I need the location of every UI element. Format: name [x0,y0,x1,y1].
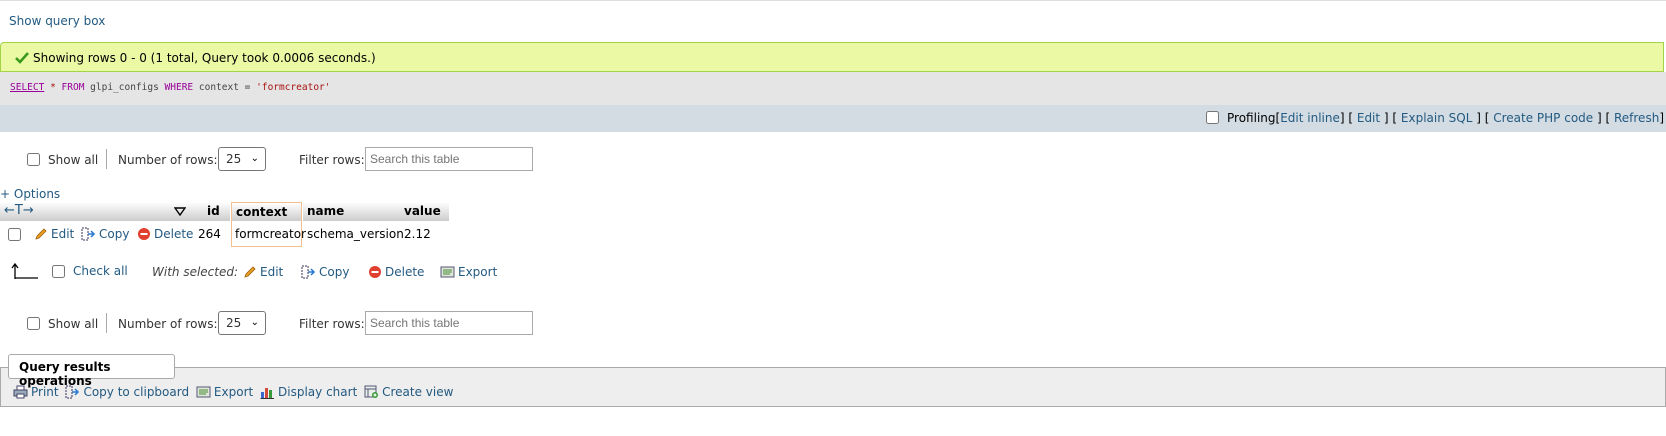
bulk-edit-button[interactable]: Edit [243,265,283,279]
top-divider [0,0,1666,1]
rows-per-page-value-bottom: 25 [226,316,242,330]
filter-rows-input[interactable]: Search this table [365,147,533,171]
pencil-icon [244,266,256,278]
display-chart-link[interactable]: Display chart [260,385,361,399]
profiling-label: Profiling [1227,111,1276,125]
cell-name[interactable]: schema_version [303,221,404,247]
bulk-actions-row: Check all With selected: Edit Copy Delet… [0,262,600,282]
copy-icon [81,227,96,241]
cell-value[interactable]: 2.12 [400,221,449,247]
show-all-checkbox-bottom[interactable] [27,317,40,330]
sql-operator: = [244,82,251,93]
sort-arrows-icon[interactable]: ←T→ [4,203,34,218]
table-navigation-top: Show all Number of rows: 25 ⌄ Filter rows… [0,147,600,173]
filter-rows-label: Filter rows: [299,153,365,167]
export-label: Export [213,385,254,399]
row-select-checkbox[interactable] [8,228,21,241]
check-all-checkbox[interactable] [52,265,65,278]
bulk-export-button[interactable]: Export [440,265,497,279]
profiling-bar: Profiling[Edit inline] [ Edit ] [ Explai… [0,105,1666,132]
explain-sql-link[interactable]: Explain SQL [1401,111,1473,125]
header-controls-cell: ←T→ [0,202,194,221]
edit-inline-link[interactable]: Edit inline [1280,111,1340,125]
refresh-link[interactable]: Refresh [1614,111,1659,125]
pencil-icon [35,228,47,240]
number-of-rows-label: Number of rows: [118,153,218,167]
rows-per-page-select-bottom[interactable]: 25 ⌄ [218,311,266,335]
cell-context[interactable]: formcreator [231,221,306,247]
filter-rows-input-bottom[interactable]: Search this table [365,311,533,335]
arrow-ltr-icon [11,262,38,279]
sql-star: * [50,82,56,93]
chevron-down-icon: ⌄ [250,153,259,164]
sql-keyword-select[interactable]: SELECT [10,82,44,93]
bulk-delete-label: Delete [385,265,425,279]
bulk-export-label: Export [458,265,498,279]
sql-query-text: SELECT * FROM glpi_configs WHERE context… [10,82,330,93]
delete-icon [138,228,150,240]
sql-query-box: SELECT * FROM glpi_configs WHERE context… [0,72,1666,105]
export-icon [196,386,211,398]
row-edit-label: Edit [51,227,75,241]
column-header-id[interactable]: id [194,202,230,221]
export-link[interactable]: Export [196,385,257,399]
bar-chart-icon [260,388,275,399]
show-all-label[interactable]: Show all [48,153,98,167]
nav-separator-bottom [106,313,107,333]
sql-keyword-where: WHERE [164,82,194,93]
bulk-copy-label: Copy [319,265,350,279]
row-delete-button[interactable]: Delete [137,227,193,241]
row-delete-label: Delete [154,227,194,241]
chevron-down-icon: ⌄ [250,317,259,328]
row-edit-button[interactable]: Edit [34,227,74,241]
number-of-rows-label-bottom: Number of rows: [118,317,218,331]
check-icon [15,52,29,64]
table-navigation-bottom: Show all Number of rows: 25 ⌄ Filter rows… [0,311,600,337]
bulk-edit-label: Edit [260,265,284,279]
row-copy-label: Copy [99,227,130,241]
create-view-link[interactable]: Create view [364,385,453,399]
create-php-code-link[interactable]: Create PHP code [1493,111,1593,125]
export-icon [440,266,455,278]
show-query-box-link[interactable]: Show query box [9,14,105,28]
create-view-label: Create view [382,385,454,399]
rows-per-page-select[interactable]: 25 ⌄ [218,147,266,171]
column-header-value[interactable]: value [400,202,449,221]
options-link[interactable]: + Options [0,187,60,201]
copy-to-clipboard-label: Copy to clipboard [83,385,190,399]
bulk-delete-button[interactable]: Delete [368,265,424,279]
create-view-icon [364,385,379,398]
bulk-copy-button[interactable]: Copy [301,265,349,279]
edit-query-link[interactable]: Edit [1357,111,1380,125]
query-results-operations-legend: Query results operations [8,354,175,388]
with-selected-label: With selected: [152,265,239,279]
success-message-text: Showing rows 0 - 0 (1 total, Query took … [33,51,376,65]
sql-value: 'formcreator' [256,82,331,93]
sql-table: glpi_configs [90,82,159,93]
cell-id[interactable]: 264 [194,221,230,247]
profiling-checkbox[interactable] [1206,111,1220,124]
show-all-label-bottom[interactable]: Show all [48,317,98,331]
column-header-context[interactable]: context [231,202,302,221]
sql-keyword-from: FROM [61,82,85,93]
display-chart-label: Display chart [278,385,358,399]
sql-column: context [198,82,239,93]
filter-rows-label-bottom: Filter rows: [299,317,365,331]
nav-separator [106,149,107,169]
check-all-label[interactable]: Check all [73,264,128,278]
success-message-box: Showing rows 0 - 0 (1 total, Query took … [0,42,1664,72]
rows-per-page-value: 25 [226,152,242,166]
delete-icon [369,266,381,278]
query-results-operations-box: Print Copy to clipboard Export Display c… [0,367,1666,407]
column-header-name[interactable]: name [303,202,400,221]
column-visibility-dropdown-icon[interactable] [174,207,186,216]
show-all-checkbox[interactable] [27,153,40,166]
copy-icon [301,265,316,279]
row-copy-button[interactable]: Copy [81,227,129,241]
